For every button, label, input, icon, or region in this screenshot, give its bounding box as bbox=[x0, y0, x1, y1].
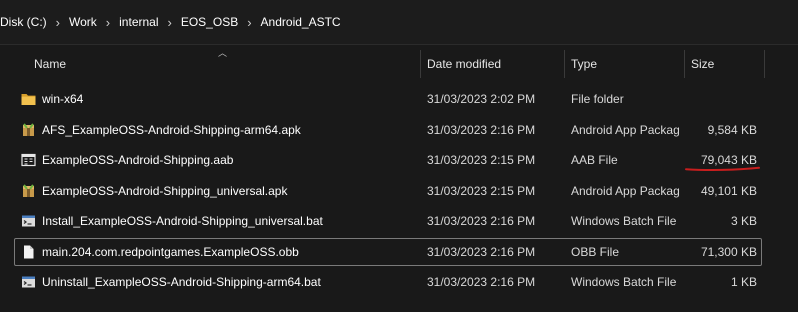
file-list: win-x64 31/03/2023 2:02 PM File folder A… bbox=[0, 84, 798, 298]
file-size: 3 KB bbox=[730, 214, 757, 228]
file-type: AAB File bbox=[571, 153, 618, 167]
column-header-row: ︿ Name Date modified Type Size bbox=[0, 44, 798, 84]
column-header-type[interactable]: Type bbox=[571, 44, 597, 84]
chevron-right-icon: › bbox=[247, 14, 252, 30]
breadcrumb: Disk (C:) › Work › internal › EOS_OSB › … bbox=[0, 0, 798, 45]
file-name: ExampleOSS-Android-Shipping_universal.ap… bbox=[42, 183, 288, 198]
file-name: main.204.com.redpointgames.ExampleOSS.ob… bbox=[42, 244, 299, 259]
column-divider[interactable] bbox=[684, 50, 685, 78]
file-date: 31/03/2023 2:16 PM bbox=[427, 122, 536, 137]
blank-file-icon bbox=[24, 245, 34, 258]
column-header-date[interactable]: Date modified bbox=[427, 44, 501, 84]
chevron-right-icon: › bbox=[105, 14, 111, 30]
file-date: 31/03/2023 2:16 PM bbox=[427, 275, 536, 289]
file-size: 9,584 KB bbox=[707, 122, 757, 137]
file-row-obb[interactable]: main.204.com.redpointgames.ExampleOSS.ob… bbox=[0, 237, 798, 268]
apk-package-icon bbox=[23, 183, 34, 197]
folder-icon bbox=[21, 94, 36, 105]
batch-file-icon bbox=[22, 215, 35, 227]
column-divider[interactable] bbox=[564, 50, 565, 78]
file-size: 49,101 KB bbox=[700, 183, 757, 198]
file-size: 71,300 KB bbox=[700, 244, 757, 259]
file-row-uninstall-bat[interactable]: Uninstall_ExampleOSS-Android-Shipping-ar… bbox=[0, 267, 798, 298]
sort-ascending-icon: ︿ bbox=[218, 48, 228, 58]
file-row-aab[interactable]: ExampleOSS-Android-Shipping.aab 31/03/20… bbox=[0, 145, 798, 176]
file-type: Android App Package bbox=[571, 122, 679, 137]
file-date: 31/03/2023 2:02 PM bbox=[427, 92, 536, 106]
file-date: 31/03/2023 2:15 PM bbox=[427, 183, 536, 198]
aab-file-icon bbox=[21, 153, 36, 167]
file-date: 31/03/2023 2:15 PM bbox=[427, 153, 536, 167]
file-row-afs-apk[interactable]: AFS_ExampleOSS-Android-Shipping-arm64.ap… bbox=[0, 115, 798, 146]
file-row-win-x64[interactable]: win-x64 31/03/2023 2:02 PM File folder bbox=[0, 84, 798, 115]
file-row-universal-apk[interactable]: ExampleOSS-Android-Shipping_universal.ap… bbox=[0, 176, 798, 207]
file-row-install-bat[interactable]: Install_ExampleOSS-Android-Shipping_univ… bbox=[0, 206, 798, 237]
file-name: Uninstall_ExampleOSS-Android-Shipping-ar… bbox=[42, 275, 321, 289]
batch-file-icon bbox=[22, 276, 35, 288]
file-type: OBB File bbox=[571, 244, 620, 259]
breadcrumb-item-android-astc[interactable]: Android_ASTC bbox=[261, 15, 341, 29]
breadcrumb-item-eos-osb[interactable]: EOS_OSB bbox=[181, 15, 238, 29]
apk-package-icon bbox=[23, 122, 34, 136]
column-divider[interactable] bbox=[764, 50, 765, 78]
file-type: Android App Package bbox=[571, 183, 679, 198]
chevron-right-icon: › bbox=[55, 14, 61, 30]
file-name: ExampleOSS-Android-Shipping.aab bbox=[42, 153, 234, 167]
breadcrumb-item-internal[interactable]: internal bbox=[119, 15, 158, 29]
column-header-name[interactable]: Name bbox=[34, 44, 66, 84]
column-header-size[interactable]: Size bbox=[691, 44, 714, 84]
breadcrumb-item-work[interactable]: Work bbox=[69, 15, 97, 29]
file-name: AFS_ExampleOSS-Android-Shipping-arm64.ap… bbox=[42, 122, 301, 137]
file-type: Windows Batch File bbox=[571, 214, 677, 228]
file-type: File folder bbox=[571, 92, 624, 106]
file-date: 31/03/2023 2:16 PM bbox=[427, 244, 536, 259]
file-name: Install_ExampleOSS-Android-Shipping_univ… bbox=[42, 214, 323, 228]
file-name: win-x64 bbox=[42, 92, 84, 106]
file-size: 1 KB bbox=[730, 275, 757, 289]
column-divider[interactable] bbox=[420, 50, 421, 78]
chevron-right-icon: › bbox=[167, 14, 172, 30]
breadcrumb-item-disk[interactable]: Disk (C:) bbox=[0, 15, 47, 29]
annotation-underline bbox=[685, 166, 760, 171]
file-type: Windows Batch File bbox=[571, 275, 677, 289]
file-date: 31/03/2023 2:16 PM bbox=[427, 214, 536, 228]
